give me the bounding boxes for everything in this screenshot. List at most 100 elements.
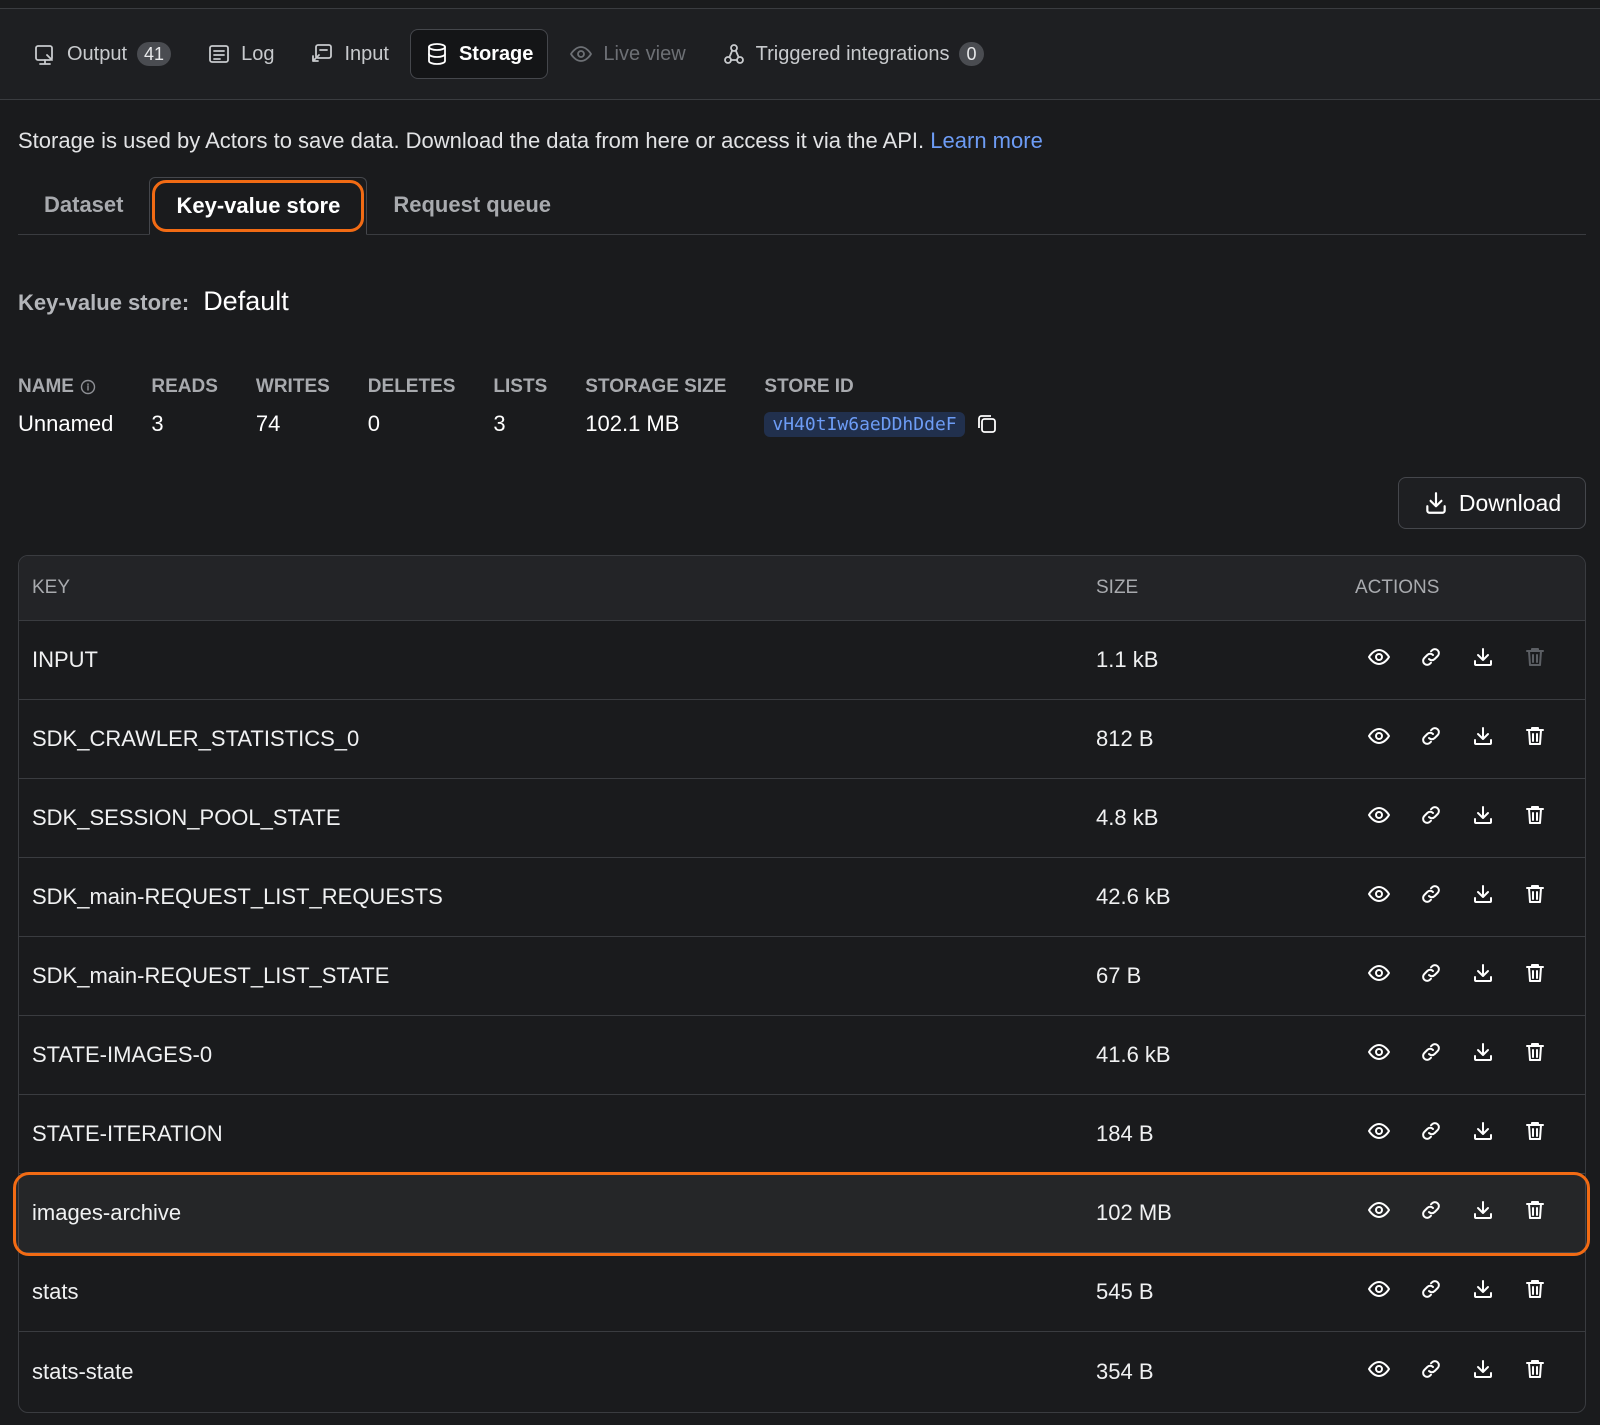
download-record-button[interactable] bbox=[1471, 1357, 1495, 1387]
row-size: 1.1 kB bbox=[1096, 647, 1159, 672]
delete-button[interactable] bbox=[1523, 645, 1547, 675]
download-record-button[interactable] bbox=[1471, 645, 1495, 675]
table-row[interactable]: images-archive 102 MB bbox=[19, 1174, 1585, 1253]
table-row[interactable]: stats 545 B bbox=[19, 1253, 1585, 1332]
view-button[interactable] bbox=[1367, 1357, 1391, 1387]
table-row[interactable]: STATE-ITERATION 184 B bbox=[19, 1095, 1585, 1174]
stat-writes: WRITES 74 bbox=[256, 374, 330, 438]
view-button[interactable] bbox=[1367, 1119, 1391, 1149]
delete-button[interactable] bbox=[1523, 1277, 1547, 1307]
download-record-button[interactable] bbox=[1471, 724, 1495, 754]
download-icon bbox=[1474, 1359, 1492, 1378]
row-size: 184 B bbox=[1096, 1121, 1154, 1146]
copy-link-button[interactable] bbox=[1419, 1357, 1443, 1387]
copy-link-button[interactable] bbox=[1419, 1277, 1443, 1307]
table-row[interactable]: stats-state 354 B bbox=[19, 1332, 1585, 1411]
table-row[interactable]: STATE-IMAGES-0 41.6 kB bbox=[19, 1016, 1585, 1095]
stat-header: WRITES bbox=[255, 376, 330, 397]
download-icon bbox=[1474, 964, 1492, 982]
download-record-button[interactable] bbox=[1471, 1277, 1495, 1307]
store-id-value[interactable]: vH40tIw6aeDDhDdeF bbox=[764, 411, 965, 437]
link-icon bbox=[1422, 648, 1440, 666]
table-row[interactable]: SDK_CRAWLER_STATISTICS_0 812 B bbox=[19, 700, 1585, 779]
row-actions bbox=[1355, 1040, 1547, 1070]
view-button[interactable] bbox=[1367, 1277, 1391, 1307]
download-button[interactable]: Download bbox=[1398, 477, 1586, 529]
view-button[interactable] bbox=[1367, 724, 1391, 754]
copy-link-button[interactable] bbox=[1419, 645, 1443, 675]
tab-label: Storage bbox=[458, 42, 534, 65]
column-key[interactable]: KEY bbox=[19, 577, 1096, 599]
download-record-button[interactable] bbox=[1471, 803, 1495, 833]
learn-more-link[interactable]: Learn more bbox=[930, 128, 1043, 153]
row-actions bbox=[1355, 961, 1547, 991]
row-key: STATE-ITERATION bbox=[32, 1121, 223, 1146]
copy-link-button[interactable] bbox=[1419, 724, 1443, 754]
delete-button[interactable] bbox=[1523, 882, 1547, 912]
stat-deletes: DELETES 0 bbox=[368, 374, 456, 438]
download-record-button[interactable] bbox=[1471, 1198, 1495, 1228]
store-title: Key-value store: Default bbox=[18, 286, 289, 317]
integrations-icon bbox=[723, 44, 744, 64]
copy-link-button[interactable] bbox=[1419, 882, 1443, 912]
trash-icon bbox=[1526, 1043, 1544, 1061]
copy-link-button[interactable] bbox=[1419, 1040, 1443, 1070]
download-record-button[interactable] bbox=[1471, 961, 1495, 991]
tab-output[interactable]: Output 41 bbox=[18, 29, 186, 79]
table-row[interactable]: SDK_main-REQUEST_LIST_REQUESTS 42.6 kB bbox=[19, 858, 1585, 937]
table-row[interactable]: SDK_main-REQUEST_LIST_STATE 67 B bbox=[19, 937, 1585, 1016]
view-button[interactable] bbox=[1367, 1198, 1391, 1228]
top-tab-bar: Output 41 Log Input Storage Live view Tr… bbox=[0, 8, 1600, 100]
view-button[interactable] bbox=[1367, 645, 1391, 675]
copy-link-button[interactable] bbox=[1419, 1198, 1443, 1228]
tab-triggered-integrations[interactable]: Triggered integrations 0 bbox=[707, 29, 999, 79]
download-record-button[interactable] bbox=[1471, 882, 1495, 912]
info-icon[interactable] bbox=[80, 379, 96, 395]
row-size: 42.6 kB bbox=[1096, 884, 1171, 909]
tab-live-view[interactable]: Live view bbox=[554, 29, 700, 79]
table-row[interactable]: SDK_SESSION_POOL_STATE 4.8 kB bbox=[19, 779, 1585, 858]
view-button[interactable] bbox=[1367, 1040, 1391, 1070]
view-button[interactable] bbox=[1367, 803, 1391, 833]
tab-storage[interactable]: Storage bbox=[409, 29, 549, 79]
stat-header: STORAGE SIZE bbox=[585, 376, 727, 397]
output-icon bbox=[35, 45, 53, 65]
eye-icon bbox=[1368, 1281, 1390, 1297]
column-size[interactable]: SIZE bbox=[1096, 577, 1355, 599]
download-icon bbox=[1474, 1201, 1492, 1219]
download-icon bbox=[1474, 1122, 1492, 1140]
trash-icon bbox=[1526, 806, 1544, 824]
copy-link-button[interactable] bbox=[1419, 1119, 1443, 1149]
eye-icon bbox=[1368, 965, 1390, 981]
delete-button[interactable] bbox=[1523, 724, 1547, 754]
copy-link-button[interactable] bbox=[1419, 803, 1443, 833]
delete-button[interactable] bbox=[1523, 1119, 1547, 1149]
tab-log[interactable]: Log bbox=[192, 29, 289, 79]
eye-icon bbox=[1368, 1123, 1390, 1139]
delete-button[interactable] bbox=[1523, 803, 1547, 833]
trash-icon bbox=[1526, 1201, 1544, 1219]
copy-icon[interactable] bbox=[975, 412, 999, 436]
delete-button[interactable] bbox=[1523, 1357, 1547, 1387]
subtab-dataset[interactable]: Dataset bbox=[18, 176, 149, 234]
download-record-button[interactable] bbox=[1471, 1119, 1495, 1149]
download-record-button[interactable] bbox=[1471, 1040, 1495, 1070]
view-button[interactable] bbox=[1367, 882, 1391, 912]
download-icon bbox=[1474, 1280, 1492, 1298]
subtab-key-value-store[interactable]: Key-value store bbox=[149, 177, 368, 235]
download-icon bbox=[1474, 1043, 1492, 1061]
delete-button[interactable] bbox=[1523, 1040, 1547, 1070]
row-actions bbox=[1355, 1119, 1547, 1149]
subtab-request-queue[interactable]: Request queue bbox=[367, 176, 577, 234]
stat-header: STORE ID bbox=[764, 376, 854, 397]
tab-input[interactable]: Input bbox=[295, 29, 403, 79]
copy-link-button[interactable] bbox=[1419, 961, 1443, 991]
link-icon bbox=[1422, 1043, 1440, 1061]
table-row[interactable]: INPUT 1.1 kB bbox=[19, 621, 1585, 700]
delete-button[interactable] bbox=[1523, 1198, 1547, 1228]
view-button[interactable] bbox=[1367, 961, 1391, 991]
delete-button[interactable] bbox=[1523, 961, 1547, 991]
tab-label: Output bbox=[67, 42, 128, 65]
key-value-table: KEY SIZE ACTIONS INPUT 1.1 kB SDK_CRAWLER_… bbox=[18, 555, 1586, 1413]
trash-icon bbox=[1526, 885, 1544, 903]
